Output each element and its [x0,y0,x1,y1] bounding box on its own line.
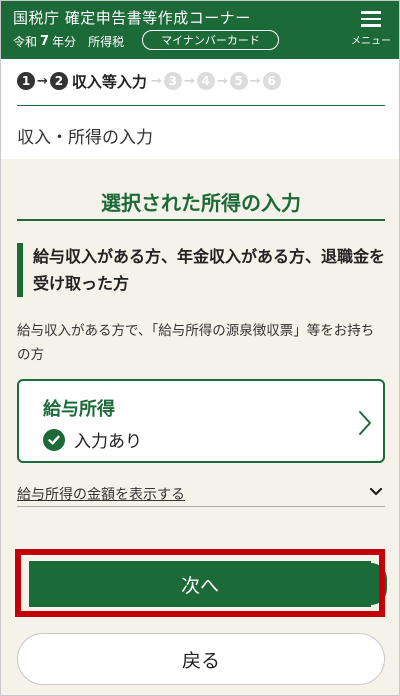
income-category-heading: 給与収入がある方、年金収入がある方、退職金を受け取った方 [17,243,387,297]
year-suffix: 年分 [52,35,77,49]
step-6: 6 [262,72,281,90]
chevron-down-icon [369,487,383,496]
hamburger-icon [361,11,381,27]
step-3: 3 [163,72,182,90]
arrow-right-icon: → [183,73,195,89]
status-text: 入力あり [74,432,142,452]
step-2: 2 [49,72,68,90]
arrow-right-icon: → [37,73,48,89]
income-category-description: 給与収入がある方で、「給与所得の源泉徴収票」等をお持ちの方 [17,323,375,363]
app-frame: 国税庁 確定申告書等作成コーナー 令和 7 年分 所得税 マイナンバーカード メ… [0,0,400,696]
mynumber-card-button[interactable]: マイナンバーカード [142,30,279,50]
show-amount-link[interactable]: 給与所得の金額を表示する [17,484,185,504]
section-divider [17,219,385,221]
chevron-right-icon [359,411,371,435]
step-indicator: 1 → 2 収入等入力 → 3 → 4 → 5 → 6 [17,69,281,93]
back-button[interactable]: 戻る [17,633,385,685]
era-label: 令和 [13,35,38,49]
app-title: 国税庁 確定申告書等作成コーナー [13,9,251,27]
app-header: 国税庁 確定申告書等作成コーナー 令和 7 年分 所得税 マイナンバーカード メ… [1,1,399,59]
step-1: 1 [17,72,35,90]
highlight-frame [15,549,385,617]
current-step-label: 収入等入力 [71,72,147,91]
menu-label: メニュー [351,36,391,47]
arrow-right-icon: → [249,73,261,89]
page-heading: 収入・所得の入力 [17,128,153,148]
progress-area: 1 → 2 収入等入力 → 3 → 4 → 5 → 6 収入・所得の入力 [1,59,399,159]
arrow-right-icon: → [216,73,228,89]
arrow-right-icon: → [150,73,162,89]
section-title: 選択された所得の入力 [101,191,301,215]
card-status: 入力あり [43,427,142,452]
step-5: 5 [229,72,248,90]
year-value: 7 [40,34,50,49]
salary-income-card[interactable]: 給与所得 入力あり [17,379,385,463]
check-circle-icon [43,428,65,451]
menu-button[interactable]: メニュー [351,9,391,51]
tax-type-label: 所得税 [88,35,125,49]
divider [17,105,385,106]
step-4: 4 [196,72,215,90]
show-amount-toggle[interactable]: 給与所得の金額を表示する [17,481,385,507]
card-title: 給与所得 [43,399,115,420]
tax-year-info: 令和 7 年分 所得税 [13,33,124,50]
